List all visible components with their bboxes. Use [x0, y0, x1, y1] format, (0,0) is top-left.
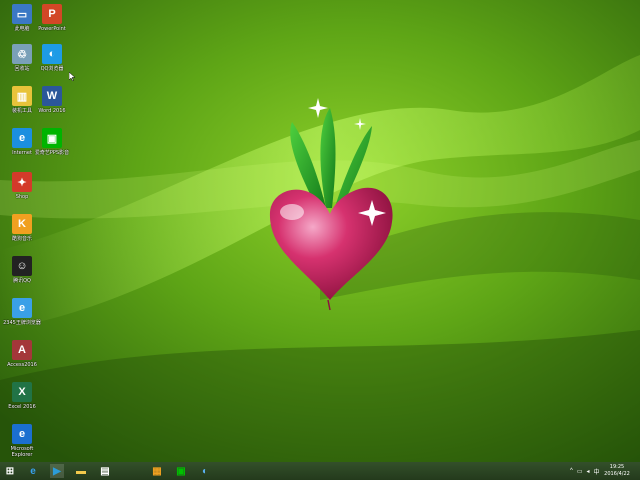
desktop-icon-powerpoint[interactable]: P PowerPoint — [32, 2, 72, 42]
qq-browser-icon: ◐ — [42, 44, 62, 64]
desktop-icon-access[interactable]: A Access2016 — [2, 338, 42, 378]
iqiyi-icon: ▣ — [176, 465, 186, 477]
edge-icon: e — [12, 424, 32, 444]
excel-icon: X — [12, 382, 32, 402]
desktop-icon-label: 酷狗音乐 — [11, 236, 32, 242]
clock-date: 2016/4/22 — [604, 471, 630, 477]
desktop-icon-label: 腾讯QQ — [13, 278, 31, 284]
recycle-bin-icon: ♲ — [12, 44, 32, 64]
kugou-icon: K — [12, 214, 32, 234]
taskbar: ^ ▭ ◂ 中 19:25 2016/4/22 ⊞ e ▶ ▬ ▤ ▦ ▣ ◐ — [0, 462, 640, 480]
desktop-icon-qq-browser[interactable]: ◐ QQ浏览器 — [32, 42, 72, 82]
files-icon: ▥ — [12, 86, 32, 106]
computer-icon: ▭ — [12, 4, 32, 24]
desktop-icon-label: Excel 2016 — [8, 404, 36, 410]
desktop-icon-label: PowerPoint — [38, 26, 66, 32]
store-icon: ▤ — [100, 465, 110, 477]
explorer-icon: ▬ — [76, 465, 86, 477]
taskbar-iqiyi-button[interactable]: ▣ — [174, 464, 188, 478]
qq-browser-icon: ◐ — [201, 465, 209, 477]
taskbar-qq-browser-button[interactable]: ◐ — [198, 464, 212, 478]
word-icon: W — [42, 86, 62, 106]
iqiyi-icon: ▣ — [42, 128, 62, 148]
chevron-up-icon[interactable]: ^ — [570, 468, 573, 474]
taskbar-clock[interactable]: 19:25 2016/4/22 — [604, 464, 630, 478]
taskbar-store-button[interactable]: ▤ — [98, 464, 112, 478]
desktop-icon-label: Shop — [15, 194, 29, 200]
desktop-icon-excel[interactable]: X Excel 2016 — [2, 380, 42, 420]
desktop-icon-kugou[interactable]: K 酷狗音乐 — [2, 212, 42, 252]
media-icon: ▶ — [53, 465, 61, 477]
taskbar-explorer-button[interactable]: ▬ — [74, 464, 88, 478]
ie-icon: e — [30, 465, 36, 477]
system-tray: ^ ▭ ◂ 中 — [568, 462, 602, 480]
desktop-icon-label: Word 2016 — [38, 108, 66, 114]
desktop-icon-edge[interactable]: e Microsoft Explorer — [2, 422, 42, 462]
taskbar-media-button[interactable]: ▶ — [50, 464, 64, 478]
desktop-icon-shop[interactable]: ✦ Shop — [2, 170, 42, 210]
desktop-icon-label: Microsoft Explorer — [10, 446, 34, 458]
package-icon: ▦ — [152, 465, 162, 477]
volume-icon[interactable]: ◂ — [587, 468, 590, 475]
qq-icon: ☺ — [12, 256, 32, 276]
desktop-icon-label: 2345王牌浏览器 — [3, 320, 41, 326]
taskbar-ie-button[interactable]: e — [26, 464, 40, 478]
desktop-icon-browser-2345[interactable]: e 2345王牌浏览器 — [2, 296, 42, 336]
ime-icon[interactable]: 中 — [594, 467, 600, 476]
clock-time: 19:25 — [609, 464, 625, 470]
start-icon: ⊞ — [5, 465, 15, 477]
desktop-icon-word[interactable]: W Word 2016 — [32, 84, 72, 124]
network-icon[interactable]: ▭ — [577, 468, 583, 475]
shop-icon: ✦ — [12, 172, 32, 192]
mouse-cursor-icon — [69, 72, 75, 81]
taskbar-package-button[interactable]: ▦ — [150, 464, 164, 478]
desktop-icon-qq[interactable]: ☺ 腾讯QQ — [2, 254, 42, 294]
desktop-icon-iqiyi[interactable]: ▣ 爱奇艺PPS影音 — [32, 126, 72, 166]
desktop-icon-label: QQ浏览器 — [40, 66, 64, 72]
access-icon: A — [12, 340, 32, 360]
taskbar-start-button[interactable]: ⊞ — [3, 464, 17, 478]
powerpoint-icon: P — [42, 4, 62, 24]
desktop-wallpaper — [0, 0, 640, 462]
desktop-icon-label: Access2016 — [7, 362, 37, 368]
desktop-icon-label: 爱奇艺PPS影音 — [34, 150, 70, 156]
browser-2345-icon: e — [12, 298, 32, 318]
ie-icon: e — [12, 128, 32, 148]
